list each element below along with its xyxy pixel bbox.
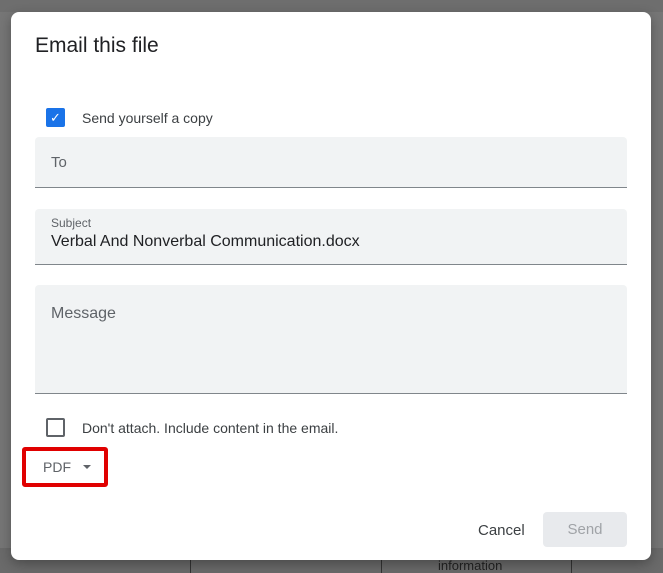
- dont-attach-label: Don't attach. Include content in the ema…: [82, 419, 339, 436]
- send-copy-label: Send yourself a copy: [82, 109, 213, 126]
- message-field[interactable]: Message: [35, 285, 627, 394]
- message-placeholder: Message: [51, 305, 116, 322]
- format-selected: PDF: [43, 459, 71, 475]
- background-cell-text: information: [438, 558, 503, 573]
- dont-attach-row[interactable]: Don't attach. Include content in the ema…: [46, 418, 338, 437]
- docs-toolbar-background: [0, 0, 663, 12]
- caret-down-icon: [83, 465, 91, 469]
- format-dropdown[interactable]: PDF: [22, 447, 108, 487]
- send-copy-row[interactable]: ✓ Send yourself a copy: [46, 108, 213, 127]
- send-button[interactable]: Send: [543, 512, 627, 547]
- to-placeholder: To: [51, 154, 67, 171]
- check-icon: ✓: [50, 110, 61, 125]
- send-copy-checkbox[interactable]: ✓: [46, 108, 65, 127]
- subject-field[interactable]: Subject Verbal And Nonverbal Communicati…: [35, 209, 627, 265]
- dont-attach-checkbox[interactable]: [46, 418, 65, 437]
- dialog-title: Email this file: [35, 34, 159, 57]
- subject-label: Subject: [51, 216, 92, 230]
- subject-value: Verbal And Nonverbal Communication.docx: [51, 233, 360, 250]
- to-field[interactable]: To: [35, 137, 627, 188]
- cancel-button[interactable]: Cancel: [466, 512, 537, 548]
